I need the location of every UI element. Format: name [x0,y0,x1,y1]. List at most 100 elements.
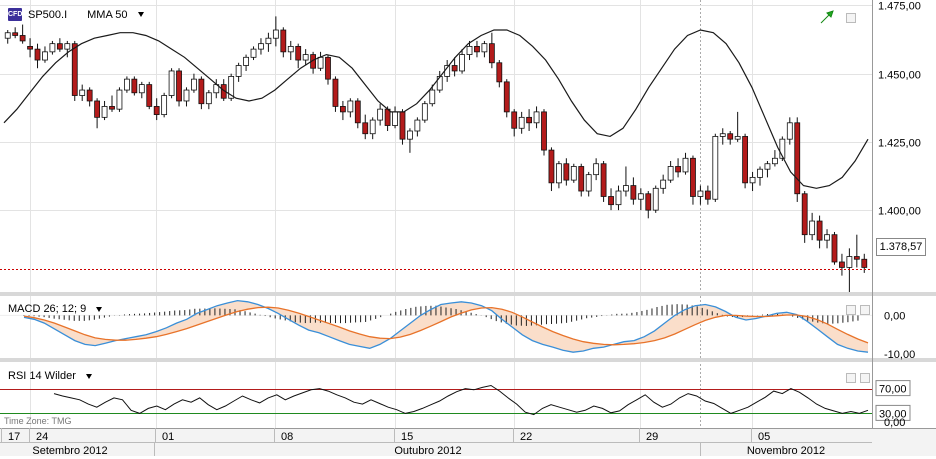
last-price-tag: 1.378,57 [876,238,926,256]
candle-body [407,130,413,140]
rsi-tick-label: 70,00 [879,384,907,396]
candle-body [824,234,830,241]
candle-body [809,220,816,236]
candle[interactable] [116,87,123,112]
indicator-dropdown-icon[interactable] [137,12,144,17]
candle-body [27,45,33,50]
candle-body [377,108,384,121]
candle[interactable] [503,79,510,118]
candle-body [354,100,361,124]
macd-tick-label: -10,00 [884,349,915,361]
candle-body [861,258,868,268]
candle-body [421,103,428,121]
candle-body [503,81,510,113]
rsi-legend: RSI 14 Wilder [8,370,92,382]
candle-body [742,136,749,184]
candle-body [12,32,19,36]
trend-up-arrow-icon[interactable] [819,9,835,25]
candle[interactable] [146,81,153,110]
candle-body [191,78,197,91]
candle-body [317,56,324,69]
macd-window-close-icon[interactable] [860,305,870,315]
candle-body [585,174,592,192]
candle-body [347,100,354,113]
symbol-label[interactable]: SP500.I [28,9,67,21]
candle[interactable] [712,133,719,202]
candle-body [451,65,458,72]
panel-divider[interactable] [0,358,936,362]
day-label: 24 [36,431,48,443]
candle-body [690,157,696,197]
rsi-window-close-icon[interactable] [860,373,870,383]
panel-divider[interactable] [0,292,936,296]
candle-body [474,45,480,53]
candle-body [652,187,659,211]
candle-body [79,89,86,96]
candle-body [34,48,41,61]
candle[interactable] [71,40,78,101]
candle-body [853,256,860,260]
candle-body [362,122,369,135]
candle-body [64,43,71,50]
candle[interactable] [168,68,175,99]
candle-body [637,193,644,200]
candle-body [704,190,711,200]
candle-body [146,84,153,107]
candle[interactable] [131,76,138,96]
candle-body [56,43,63,50]
candle-body [749,176,756,184]
chart-canvas[interactable]: 1.475,00 1.450,00 1.425,00 1.400,00 0,00 -10,… [0,0,936,457]
candle-body [49,43,56,53]
candle[interactable] [794,117,801,202]
candle-body [771,157,778,165]
candle-body [176,70,182,102]
rsi-label[interactable]: RSI 14 Wilder [8,370,76,382]
candle[interactable] [176,68,182,107]
candle[interactable] [399,109,406,145]
macd-label[interactable]: MACD 26; 12; 9 [8,303,86,315]
candle-body [593,163,600,176]
price-legend: CFD SP500.I MMA 50 [8,8,144,21]
candle[interactable] [421,100,428,123]
candle[interactable] [161,92,168,118]
candle-body [727,133,734,140]
candle-body [325,56,331,80]
candle-body [839,261,845,268]
candle-body [235,65,242,77]
candle[interactable] [742,133,749,189]
macd-legend: MACD 26; 12; 9 [8,303,103,315]
candle-body [712,136,719,200]
candle-body [250,48,257,58]
price-tick-label: 1.475,00 [878,1,921,13]
candle-body [570,166,577,181]
candle-body [734,136,741,140]
candle-body [675,166,681,173]
candle-body [578,166,585,192]
candle-body [131,78,138,94]
macd-dropdown-icon[interactable] [96,306,103,312]
macd-tick-label: 0,00 [884,310,905,322]
candle-body [109,106,115,110]
rsi-window-restore-icon[interactable] [846,373,856,383]
rsi-dropdown-icon[interactable] [85,373,92,379]
candle-body [615,190,622,206]
candle-body [563,163,570,181]
candle[interactable] [652,185,659,213]
candle-body [369,119,376,135]
candle[interactable] [541,109,547,156]
candle[interactable] [570,163,577,183]
candle-body [660,179,667,189]
price-window-restore-icon[interactable] [846,13,856,23]
chart-window: 1.475,00 1.450,00 1.425,00 1.400,00 0,00 -10,… [0,0,936,457]
candle-body [71,43,78,96]
candle[interactable] [123,76,130,93]
candle[interactable] [600,161,607,202]
candle-body [697,190,704,197]
candle[interactable] [332,76,339,112]
candle[interactable] [831,231,838,265]
macd-window-restore-icon[interactable] [846,305,856,315]
candle-body [280,29,287,53]
ma-indicator-label[interactable]: MMA 50 [87,9,127,21]
candle-body [399,111,406,140]
candle-body [153,106,160,116]
